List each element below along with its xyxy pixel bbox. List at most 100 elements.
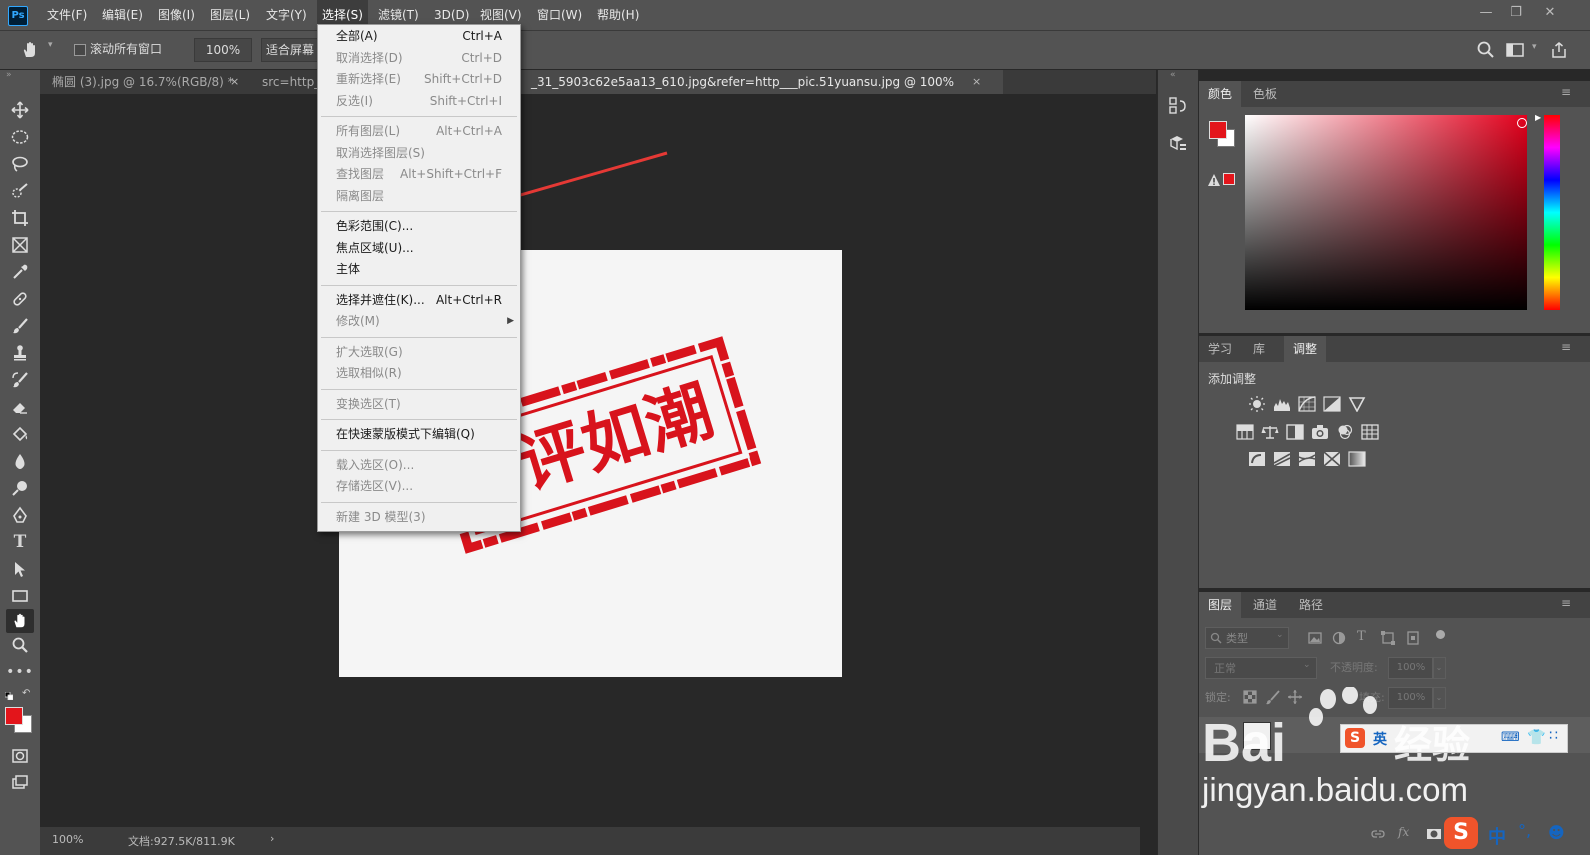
select-menu-item[interactable]: 修改(M) ▶ [318,311,520,332]
path-selection-tool-icon[interactable] [6,557,34,581]
eyedropper-tool-icon[interactable] [6,260,34,284]
select-menu-item[interactable]: 扩大选取(G) [318,342,520,363]
select-menu-item[interactable]: 存储选区(V)... [318,476,520,497]
select-menu-item[interactable]: 所有图层(L) Alt+Ctrl+A [318,121,520,142]
vibrance-icon[interactable] [1348,396,1366,412]
collapse-toolbar-icon[interactable]: » [6,70,12,80]
threshold-icon[interactable] [1298,451,1316,467]
color-lookup-icon[interactable] [1361,424,1379,440]
opacity-input[interactable]: 100% [1388,657,1434,679]
blend-mode-select[interactable]: 正常 ⌄ [1205,657,1317,679]
menu-image[interactable]: 图像(I) [153,0,200,30]
ime-lang-mode[interactable]: 中 [1488,823,1506,849]
filter-toggle-icon[interactable] [1436,630,1445,639]
move-tool-icon[interactable] [6,98,34,122]
menu-edit[interactable]: 编辑(E) [97,0,148,30]
color-balance-icon[interactable] [1261,424,1279,440]
exposure-icon[interactable] [1323,396,1341,412]
close-icon[interactable]: × [972,70,981,94]
properties-panel-icon[interactable] [1167,133,1189,155]
black-white-icon[interactable] [1286,424,1304,440]
status-arrow-icon[interactable]: › [270,832,274,845]
select-menu-item[interactable]: 选取相似(R) [318,363,520,384]
fg-color-swatch[interactable] [1209,121,1227,139]
select-menu-item[interactable]: 查找图层 Alt+Shift+Ctrl+F [318,164,520,185]
swap-colors-icon[interactable]: ↶ [22,688,30,699]
photo-filter-icon[interactable] [1311,424,1329,440]
search-icon[interactable] [1476,40,1496,60]
select-menu-item[interactable]: 新建 3D 模型(3) [318,507,520,528]
foreground-color-swatch[interactable] [5,707,23,725]
select-menu-item[interactable]: 变换选区(T) [318,394,520,415]
ime-emoji-icon[interactable]: ☻ [1548,823,1565,842]
layer-style-icon[interactable]: fx [1398,825,1414,841]
select-menu-item[interactable]: 选择并遮住(K)... Alt+Ctrl+R [318,290,520,311]
healing-brush-tool-icon[interactable] [6,287,34,311]
menu-help[interactable]: 帮助(H) [592,0,644,30]
gamut-color-swatch[interactable] [1223,173,1235,185]
zoom-100-button[interactable]: 100% [194,38,252,62]
crop-tool-icon[interactable] [6,206,34,230]
ime-skin-icon[interactable]: 👕 [1527,728,1546,746]
history-brush-tool-icon[interactable] [6,368,34,392]
history-panel-icon[interactable] [1167,95,1189,117]
select-menu-item[interactable]: 全部(A) Ctrl+A [318,26,520,47]
dropdown-caret-icon[interactable]: ▾ [48,40,53,50]
menu-type[interactable]: 文字(Y) [261,0,312,30]
share-icon[interactable] [1550,41,1568,59]
frame-tool-icon[interactable] [6,233,34,257]
select-menu-item[interactable]: 主体 [318,259,520,280]
eraser-tool-icon[interactable] [6,395,34,419]
select-menu-item[interactable]: 隔离图层 [318,186,520,207]
ime-punct-mode[interactable]: °, [1518,821,1531,840]
select-menu-item[interactable]: 重新选择(E) Shift+Ctrl+D [318,69,520,90]
menu-layer[interactable]: 图层(L) [205,0,255,30]
hue-slider-handle-icon[interactable]: ▶ [1535,113,1541,122]
layer-filter-select[interactable]: 类型 ⌄ [1205,627,1289,649]
select-menu-item[interactable]: 反选(I) Shift+Ctrl+I [318,91,520,112]
pixel-layer-filter-icon[interactable] [1307,630,1323,646]
select-menu-item[interactable]: 焦点区域(U)... [318,238,520,259]
panel-menu-icon[interactable]: ≡ [1561,85,1571,99]
zoom-readout[interactable]: 100% [52,833,83,846]
default-colors-icon[interactable] [4,689,14,701]
levels-icon[interactable] [1273,396,1291,412]
type-tool-icon[interactable]: T [6,530,34,554]
panel-menu-icon[interactable]: ≡ [1561,596,1571,610]
adjustment-layer-filter-icon[interactable] [1331,630,1347,646]
warning-icon[interactable] [1207,173,1221,187]
fill-input[interactable]: 100% [1388,687,1434,709]
sogou-logo-icon[interactable]: S [1444,817,1478,849]
collapse-panels-icon[interactable]: « [1170,70,1176,80]
workspace-icon[interactable] [1506,42,1524,58]
quick-mask-icon[interactable] [6,744,34,768]
hand-tool-icon[interactable] [6,609,34,633]
tab-adjustments[interactable]: 调整 [1284,336,1327,362]
tab-active-doc[interactable]: _31_5903c62e5aa13_610.jpg&refer=http___p… [519,70,1003,113]
tab-layers[interactable]: 图层 [1199,592,1242,618]
invert-icon[interactable] [1248,451,1266,467]
gradient-map-icon[interactable] [1348,451,1366,467]
tab-color[interactable]: 颜色 [1199,81,1242,107]
workspace-caret-icon[interactable]: ▾ [1532,42,1537,52]
select-menu-item[interactable]: 取消选择图层(S) [318,143,520,164]
link-layers-icon[interactable] [1370,826,1386,842]
select-menu-item[interactable]: 载入选区(O)... [318,455,520,476]
chevron-down-icon[interactable]: ⌄ [1432,657,1446,679]
rectangle-tool-icon[interactable] [6,584,34,608]
pen-tool-icon[interactable] [6,503,34,527]
select-menu-item[interactable]: 在快速蒙版模式下编辑(Q) [318,424,520,445]
tab-channels[interactable]: 通道 [1244,592,1286,618]
brush-tool-icon[interactable] [6,314,34,338]
tab-libraries[interactable]: 库 [1244,336,1274,362]
tab-learn[interactable]: 学习 [1199,336,1241,362]
select-menu-item[interactable]: 色彩范围(C)... [318,216,520,237]
restore-icon[interactable]: ❐ [1506,4,1526,22]
smart-object-filter-icon[interactable] [1405,630,1421,646]
sogou-logo-icon[interactable]: S [1345,728,1365,748]
select-menu-item[interactable]: 取消选择(D) Ctrl+D [318,48,520,69]
blur-tool-icon[interactable] [6,449,34,473]
hand-tool-preset-icon[interactable] [20,40,44,60]
dodge-tool-icon[interactable] [6,476,34,500]
lock-transparent-icon[interactable] [1242,689,1258,705]
